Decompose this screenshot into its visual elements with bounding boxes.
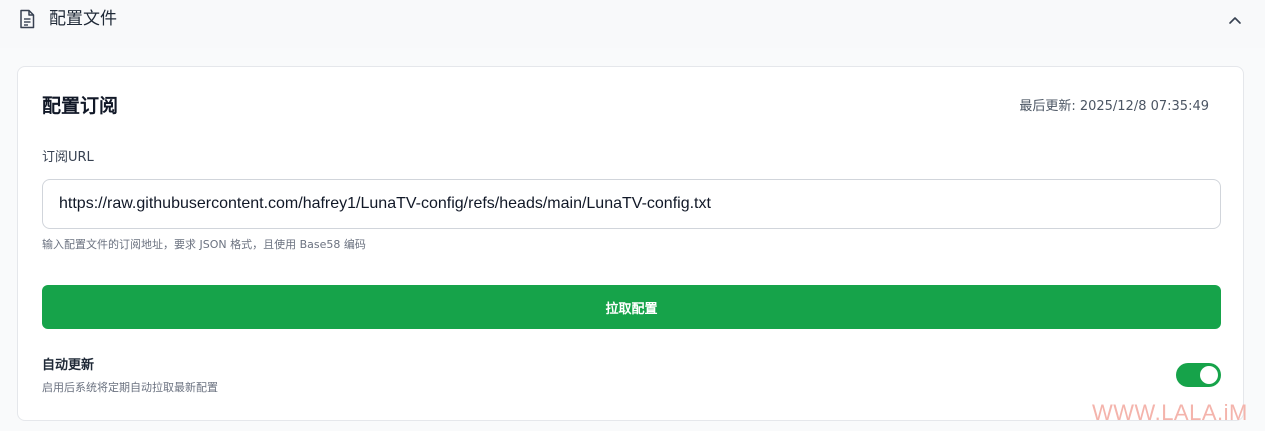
- chevron-up-icon[interactable]: [1224, 10, 1246, 30]
- config-file-section-header[interactable]: 配置文件: [0, 0, 1265, 48]
- subscription-url-input[interactable]: [42, 179, 1221, 229]
- subscription-url-label: 订阅URL: [42, 150, 94, 165]
- watermark-text: WWW.LALA.iM: [1092, 400, 1248, 425]
- toggle-knob: [1200, 366, 1218, 384]
- config-subscription-card: 配置订阅 最后更新: 2025/12/8 07:35:49 订阅URL 输入配置…: [17, 66, 1244, 421]
- last-updated-text: 最后更新: 2025/12/8 07:35:49: [1019, 99, 1209, 114]
- auto-update-label: 自动更新: [42, 358, 95, 373]
- fetch-config-button[interactable]: 拉取配置: [42, 285, 1221, 329]
- auto-update-toggle[interactable]: [1176, 363, 1221, 387]
- card-title: 配置订阅: [42, 95, 119, 117]
- section-title: 配置文件: [49, 9, 117, 29]
- document-icon: [20, 9, 35, 29]
- subscription-url-hint: 输入配置文件的订阅地址，要求 JSON 格式，且使用 Base58 编码: [42, 238, 366, 251]
- auto-update-description: 启用后系统将定期自动拉取最新配置: [42, 381, 218, 394]
